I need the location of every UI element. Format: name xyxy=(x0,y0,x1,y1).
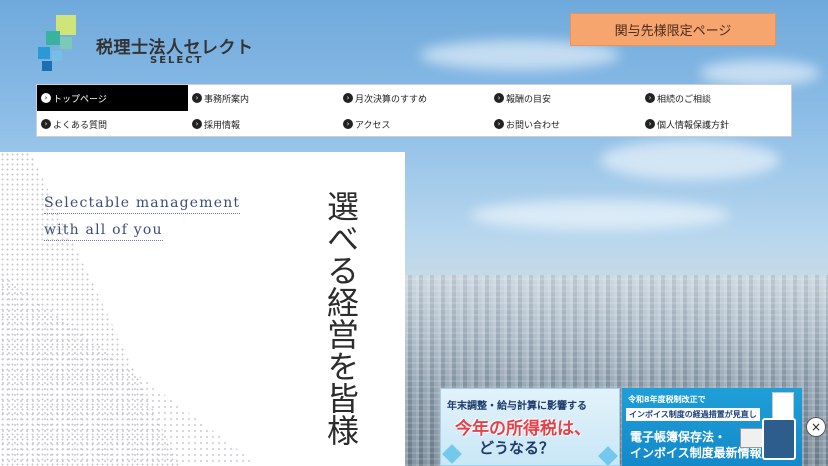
cloud xyxy=(700,60,820,86)
site-logo[interactable]: 税理士法人セレクト SELECT xyxy=(38,15,268,75)
nav-item-recruit[interactable]: › 採用情報 xyxy=(188,111,339,137)
logo-subtitle: SELECT xyxy=(150,55,204,66)
chevron-right-icon: › xyxy=(41,93,51,103)
nav-item-faq[interactable]: › よくある質問 xyxy=(37,111,188,137)
nav-item-contact[interactable]: › お問い合わせ xyxy=(490,111,641,137)
nav-item-label: 相続のご相談 xyxy=(657,94,712,105)
banner-subheadline: どうなる？ xyxy=(479,439,555,457)
client-only-page-button[interactable]: 関与先様限定ページ xyxy=(570,13,776,46)
chevron-right-icon: › xyxy=(41,119,51,129)
chevron-right-icon: › xyxy=(343,119,353,129)
chevron-right-icon: › xyxy=(494,119,504,129)
nav-item-fees[interactable]: › 報酬の目安 xyxy=(490,85,641,111)
nav-item-office[interactable]: › 事務所案内 xyxy=(188,85,339,111)
nav-item-label: よくある質問 xyxy=(53,120,108,131)
nav-item-label: お問い合わせ xyxy=(506,120,561,131)
cloud xyxy=(470,200,730,230)
nav-item-access[interactable]: › アクセス xyxy=(339,111,490,137)
logo-mark-icon xyxy=(38,15,76,71)
nav-item-label: トップページ xyxy=(53,94,107,105)
banner-lead-text: 令和8年度税制改正で xyxy=(628,395,706,404)
nav-item-inheritance[interactable]: › 相続のご相談 xyxy=(641,85,792,111)
nav-item-label: 採用情報 xyxy=(204,120,241,131)
decoration xyxy=(598,446,618,465)
chevron-right-icon: › xyxy=(192,119,202,129)
tray-icon xyxy=(740,428,764,448)
income-tax-banner[interactable]: 年末調整・給与計算に影響する 今年の所得税は、 どうなる？ xyxy=(440,388,620,466)
nav-item-monthly-settlement[interactable]: › 月次決算のすすめ xyxy=(339,85,490,111)
nav-item-label: 報酬の目安 xyxy=(506,94,552,105)
banner-lead-text: 年末調整・給与計算に影響する xyxy=(447,401,587,412)
hero-tagline-2: with all of you xyxy=(44,222,163,241)
nav-item-label: 事務所案内 xyxy=(204,94,250,105)
decoration xyxy=(442,444,462,464)
chevron-right-icon: › xyxy=(645,119,655,129)
chevron-right-icon: › xyxy=(645,93,655,103)
hero-tagline-1: Selectable management xyxy=(44,195,241,214)
nav-item-label: 個人情報保護方針 xyxy=(657,120,730,131)
global-nav: › トップページ › 事務所案内 › 月次決算のすすめ › 報酬の目安 › 相続のご相談 … xyxy=(36,84,792,137)
nav-item-privacy[interactable]: › 個人情報保護方針 xyxy=(641,111,792,137)
banner-headline: 電子帳簿保存法・ xyxy=(630,430,727,444)
chevron-right-icon: › xyxy=(192,93,202,103)
nav-item-top[interactable]: › トップページ xyxy=(37,85,188,111)
document-icon xyxy=(772,392,794,420)
cloud xyxy=(600,140,780,180)
chevron-right-icon: › xyxy=(494,93,504,103)
nav-item-label: アクセス xyxy=(355,120,391,131)
banner-tag: インボイス制度の経過措置が見直し xyxy=(626,408,760,421)
hero-vertical-catchcopy: 選べる経営を皆様 xyxy=(322,190,360,446)
invoice-system-banner[interactable]: 令和8年度税制改正で インボイス制度の経過措置が見直し 電子帳簿保存法・ インボ… xyxy=(622,388,802,466)
banner-headline: 今年の所得税は、 xyxy=(455,419,591,439)
close-icon[interactable]: × xyxy=(806,417,826,437)
calculator-icon xyxy=(762,418,796,460)
nav-item-label: 月次決算のすすめ xyxy=(355,94,428,105)
chevron-right-icon: › xyxy=(343,93,353,103)
